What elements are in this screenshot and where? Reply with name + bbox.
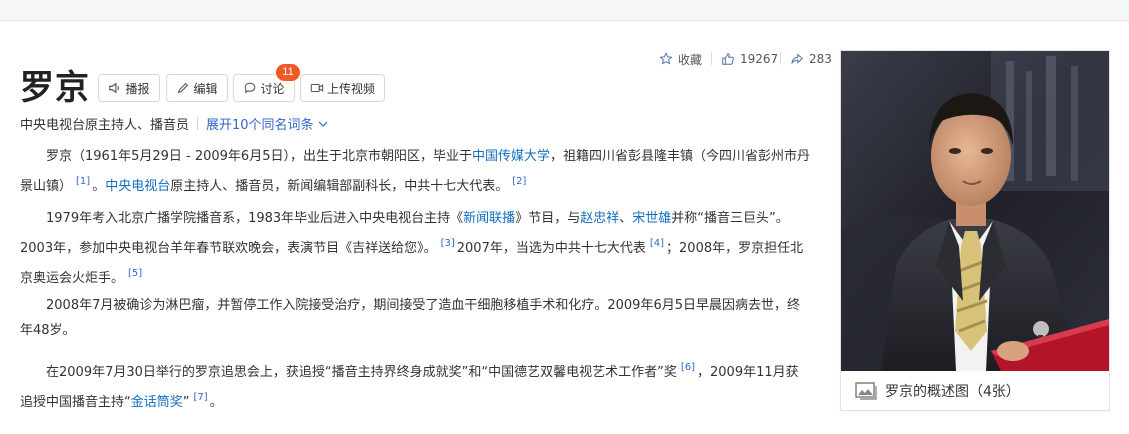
share-icon bbox=[791, 53, 803, 64]
link-zhao-zhongxiang[interactable]: 赵忠祥 bbox=[580, 211, 619, 226]
paragraph-2: 1979年考入北京广播学院播音系，1983年毕业后进入中央电视台主持《新闻联播》… bbox=[20, 206, 810, 291]
video-icon bbox=[310, 83, 324, 93]
expand-homonyms-link[interactable]: 展开10个同名词条 bbox=[206, 114, 328, 133]
star-icon bbox=[659, 52, 673, 65]
upload-video-label: 上传视频 bbox=[326, 81, 375, 96]
text: 2008年7月被确诊为淋巴瘤，并暂停工作入院接受治疗，期间接受了造血干细胞移植手… bbox=[20, 298, 800, 338]
portrait-photo[interactable] bbox=[841, 51, 1109, 371]
like-count: 19267 bbox=[740, 52, 779, 66]
subtitle-text: 中央电视台原主持人、播音员 bbox=[20, 118, 190, 133]
portrait-illustration bbox=[841, 51, 1109, 371]
link-cuc[interactable]: 中国传媒大学 bbox=[472, 149, 550, 164]
like-button[interactable]: 19267 bbox=[721, 50, 778, 68]
page-title: 罗京 bbox=[20, 68, 90, 108]
reference-5[interactable]: [5] bbox=[128, 268, 142, 279]
comment-icon bbox=[245, 82, 256, 94]
expand-homonyms-label: 展开10个同名词条 bbox=[206, 118, 314, 133]
reference-1[interactable]: [1] bbox=[76, 176, 90, 187]
chevron-down-icon bbox=[318, 121, 327, 127]
broadcast-button[interactable]: 播报 bbox=[98, 74, 160, 102]
text: 1979年考入北京广播学院播音系，1983年毕业后进入中央电视台主持《 bbox=[46, 211, 464, 226]
text: ” bbox=[182, 395, 190, 410]
text: 》节目，与 bbox=[515, 211, 581, 226]
link-golden-mic-award[interactable]: 金话筒奖 bbox=[131, 395, 183, 410]
reference-3[interactable]: [3] bbox=[441, 238, 455, 249]
reference-4[interactable]: [4] bbox=[650, 238, 664, 249]
paragraph-3: 2008年7月被确诊为淋巴瘤，并暂停工作入院接受治疗，期间接受了造血干细胞移植手… bbox=[20, 293, 810, 343]
edit-label: 编辑 bbox=[193, 81, 218, 96]
text: 原主持人、播音员，新闻编辑部副科长，中共十七大代表。 bbox=[170, 179, 509, 194]
share-count: 283 bbox=[809, 52, 832, 66]
summary-album-card[interactable]: 罗京的概述图（4张） bbox=[840, 50, 1110, 411]
divider bbox=[711, 52, 712, 65]
link-xinwen-lianbo[interactable]: 新闻联播 bbox=[463, 211, 515, 226]
image-gallery-icon bbox=[855, 382, 877, 400]
reference-6[interactable]: [6] bbox=[681, 362, 695, 373]
text: 罗京（1961年5月29日 - 2009年6月5日），出生于北京市朝阳区，毕业于 bbox=[46, 149, 472, 164]
text: 、 bbox=[619, 211, 633, 226]
divider bbox=[197, 117, 199, 130]
favorite-label: 收藏 bbox=[678, 52, 703, 67]
broadcast-label: 播报 bbox=[125, 81, 150, 96]
paragraph-1: 罗京（1961年5月29日 - 2009年6月5日），出生于北京市朝阳区，毕业于… bbox=[20, 144, 810, 199]
reference-7[interactable]: [7] bbox=[194, 392, 208, 403]
speaker-icon bbox=[109, 82, 120, 94]
lemma-subtitle: 中央电视台原主持人、播音员 展开10个同名词条 bbox=[20, 114, 328, 133]
text: 。 bbox=[209, 395, 223, 410]
discuss-count-badge: 11 bbox=[276, 64, 300, 81]
paragraph-4: 在2009年7月30日举行的罗京追思会上，获追授“播音主持界终身成就奖”和“中国… bbox=[20, 355, 810, 415]
album-caption[interactable]: 罗京的概述图（4张） bbox=[841, 371, 1109, 411]
upload-video-button[interactable]: 上传视频 bbox=[300, 74, 385, 102]
link-cctv[interactable]: 中央电视台 bbox=[105, 179, 170, 194]
thumbs-up-icon bbox=[722, 53, 734, 65]
album-caption-text: 罗京的概述图（4张） bbox=[885, 384, 1020, 400]
discuss-label: 讨论 bbox=[260, 81, 285, 96]
link-song-shixiong[interactable]: 宋世雄 bbox=[632, 211, 671, 226]
divider bbox=[780, 52, 781, 65]
text: 在2009年7月30日举行的罗京追思会上，获追授“播音主持界终身成就奖”和“中国… bbox=[46, 365, 677, 380]
edit-button[interactable]: 编辑 bbox=[166, 74, 228, 102]
pencil-icon bbox=[178, 82, 189, 94]
reference-2[interactable]: [2] bbox=[512, 176, 526, 187]
text: 2007年，当选为中共十七大代表 bbox=[456, 241, 646, 256]
top-nav-bar bbox=[0, 0, 1129, 21]
favorite-button[interactable]: 收藏 bbox=[659, 50, 702, 68]
text: 。 bbox=[92, 179, 106, 194]
share-button[interactable]: 283 bbox=[790, 50, 832, 68]
